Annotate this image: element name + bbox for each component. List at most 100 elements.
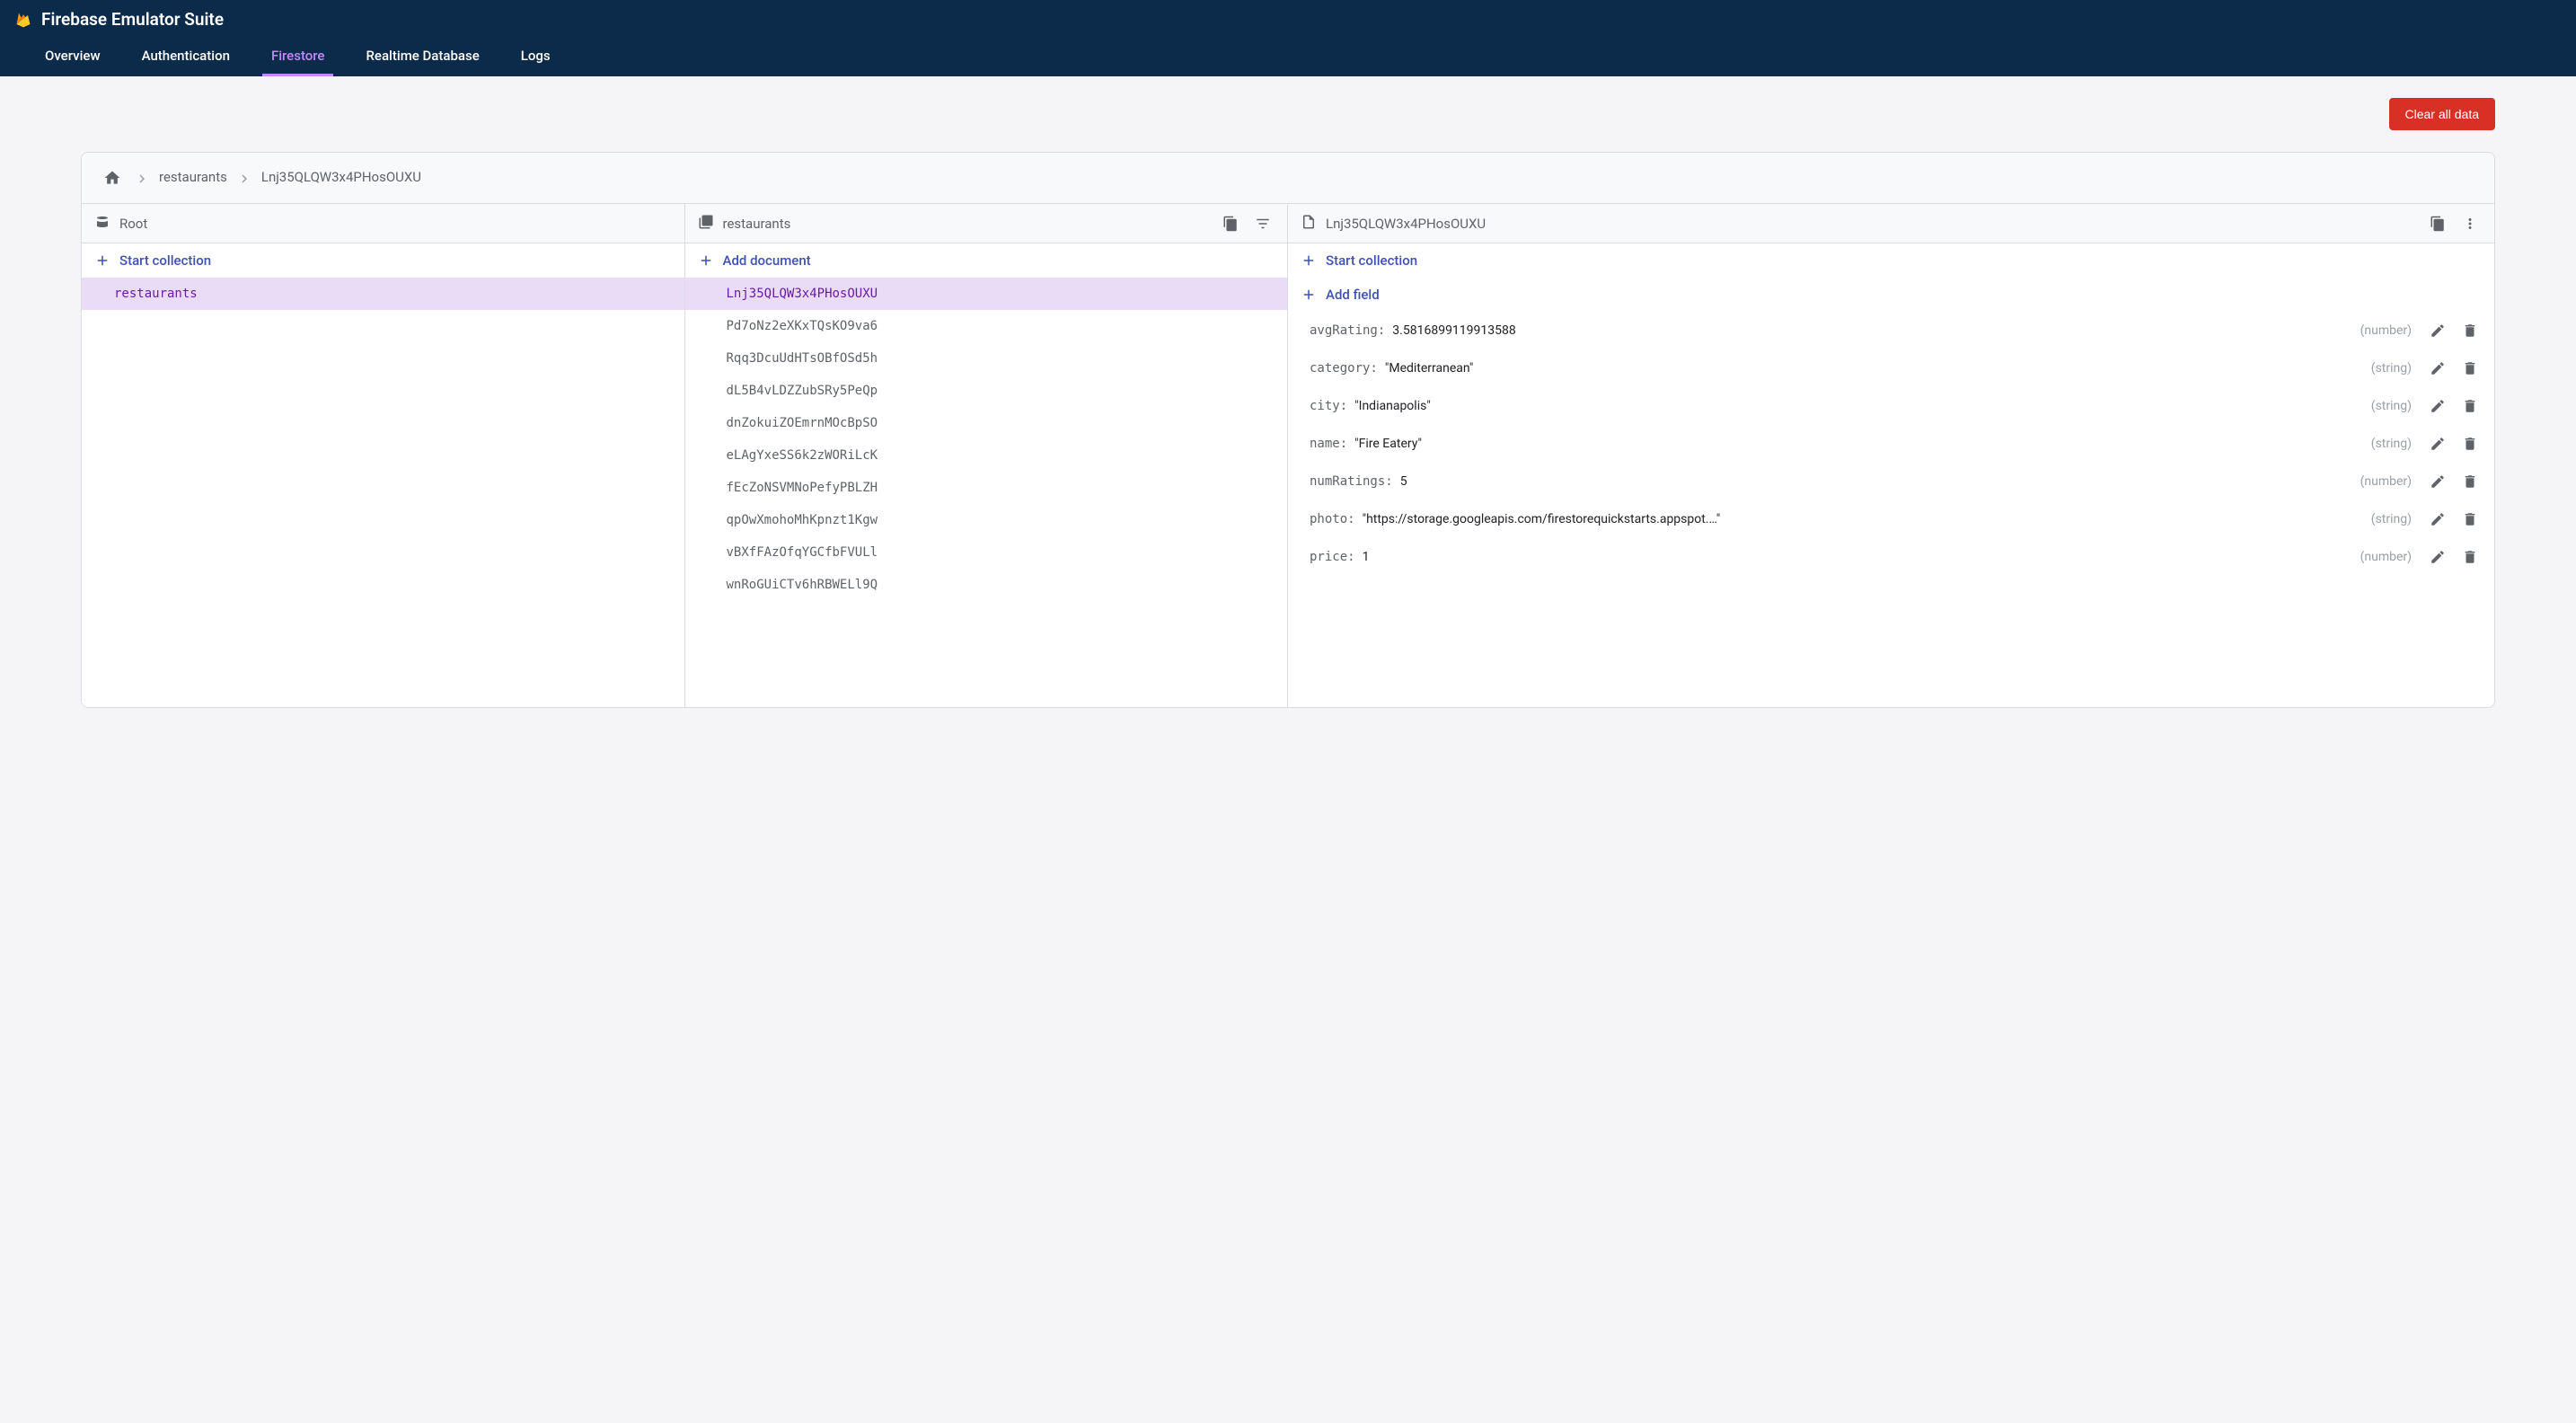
collection-title: restaurants [723, 216, 1211, 232]
breadcrumb-item[interactable]: restaurants [159, 169, 227, 185]
add-document-button[interactable]: Add document [685, 243, 1288, 278]
field-key: price: [1310, 550, 1355, 564]
field-row: price: 1 (number) [1288, 538, 2494, 576]
collection-item[interactable]: restaurants [82, 278, 684, 310]
field-row: name: "Fire Eatery" (string) [1288, 425, 2494, 463]
document-item[interactable]: wnRoGUiCTv6hRBWELl9Q [685, 569, 1288, 601]
document-item[interactable]: Lnj35QLQW3x4PHosOUXU [685, 278, 1288, 310]
start-collection-root[interactable]: Start collection [82, 243, 684, 278]
document-item[interactable]: dnZokuiZOEmrnMOcBpSO [685, 407, 1288, 439]
chevron-right-icon [134, 169, 150, 185]
tab-realtime-database[interactable]: Realtime Database [357, 33, 488, 76]
plus-icon [1301, 252, 1317, 269]
field-row: city: "Indianapolis" (string) [1288, 387, 2494, 425]
columns: Root Start collection restaurants restau… [82, 204, 2494, 707]
tab-overview[interactable]: Overview [36, 33, 110, 76]
collection-icon [698, 214, 714, 234]
field-type: (number) [2360, 550, 2412, 564]
header-top: Firebase Emulator Suite [0, 0, 2576, 33]
app-header: Firebase Emulator Suite Overview Authenti… [0, 0, 2576, 76]
field-type: (string) [2371, 361, 2412, 376]
filter-icon[interactable] [1251, 212, 1275, 235]
documents-column: restaurants Add document Lnj35QLQW3x4PHo… [685, 204, 1289, 707]
field-type: (number) [2360, 474, 2412, 489]
plus-icon [698, 252, 714, 269]
field-type: (number) [2360, 323, 2412, 338]
chevron-right-icon [236, 169, 252, 185]
edit-icon[interactable] [2426, 508, 2449, 531]
field-value: 1 [1363, 550, 2355, 564]
field-value: 3.5816899119913588 [1392, 323, 2354, 338]
copy-icon[interactable] [1219, 212, 1242, 235]
field-row: category: "Mediterranean" (string) [1288, 349, 2494, 387]
root-column-header: Root [82, 204, 684, 243]
documents-column-header: restaurants [685, 204, 1288, 243]
plus-icon [94, 252, 110, 269]
delete-icon[interactable] [2458, 470, 2482, 493]
copy-icon[interactable] [2426, 212, 2449, 235]
edit-icon[interactable] [2426, 432, 2449, 455]
tab-firestore[interactable]: Firestore [262, 33, 334, 76]
root-label: Root [119, 216, 672, 232]
document-item[interactable]: fEcZoNSVMNoPefyPBLZH [685, 472, 1288, 504]
field-key: photo: [1310, 512, 1355, 526]
fields-column-header: Lnj35QLQW3x4PHosOUXU [1288, 204, 2494, 243]
more-icon[interactable] [2458, 212, 2482, 235]
edit-icon[interactable] [2426, 545, 2449, 569]
field-value: "Fire Eatery" [1354, 437, 2366, 451]
field-row: photo: "https://storage.googleapis.com/fi… [1288, 500, 2494, 538]
firebase-logo [14, 11, 32, 29]
delete-icon[interactable] [2458, 319, 2482, 342]
field-key: numRatings: [1310, 474, 1393, 489]
field-type: (string) [2371, 512, 2412, 526]
field-key: avgRating: [1310, 323, 1385, 338]
breadcrumb: restaurants Lnj35QLQW3x4PHosOUXU [82, 153, 2494, 204]
database-icon [94, 214, 110, 234]
delete-icon[interactable] [2458, 545, 2482, 569]
field-type: (string) [2371, 399, 2412, 413]
home-icon[interactable] [100, 165, 125, 190]
delete-icon[interactable] [2458, 394, 2482, 418]
breadcrumb-item[interactable]: Lnj35QLQW3x4PHosOUXU [261, 169, 421, 185]
fields-column: Lnj35QLQW3x4PHosOUXU Start collection Ad [1288, 204, 2494, 707]
field-row: numRatings: 5 (number) [1288, 463, 2494, 500]
field-value: "Mediterranean" [1385, 361, 2366, 376]
root-column: Root Start collection restaurants [82, 204, 685, 707]
field-value: "Indianapolis" [1354, 399, 2366, 413]
delete-icon[interactable] [2458, 357, 2482, 380]
add-document-label: Add document [723, 252, 811, 269]
document-item[interactable]: vBXfFAzOfqYGCfbFVULl [685, 536, 1288, 569]
main-tabs: Overview Authentication Firestore Realtime … [0, 33, 2576, 76]
app-title: Firebase Emulator Suite [41, 9, 224, 30]
field-key: city: [1310, 399, 1347, 413]
field-value: 5 [1400, 474, 2355, 489]
document-item[interactable]: Rqq3DcuUdHTsOBfOSd5h [685, 342, 1288, 375]
add-field-button[interactable]: Add field [1288, 278, 2494, 312]
delete-icon[interactable] [2458, 508, 2482, 531]
field-type: (string) [2371, 437, 2412, 451]
document-item[interactable]: qpOwXmohoMhKpnzt1Kgw [685, 504, 1288, 536]
delete-icon[interactable] [2458, 432, 2482, 455]
field-key: name: [1310, 437, 1347, 451]
toolbar: Clear all data [0, 76, 2576, 134]
start-collection-label: Start collection [119, 252, 211, 269]
edit-icon[interactable] [2426, 319, 2449, 342]
edit-icon[interactable] [2426, 357, 2449, 380]
edit-icon[interactable] [2426, 394, 2449, 418]
firestore-panel: restaurantsLnj35QLQW3x4PHosOUXU Root Sta… [81, 152, 2495, 708]
start-collection-label: Start collection [1326, 252, 1417, 269]
tab-logs[interactable]: Logs [512, 33, 560, 76]
field-row: avgRating: 3.5816899119913588 (number) [1288, 312, 2494, 349]
document-item[interactable]: dL5B4vLDZZubSRy5PeQp [685, 375, 1288, 407]
tab-authentication[interactable]: Authentication [133, 33, 239, 76]
clear-all-data-button[interactable]: Clear all data [2389, 98, 2496, 130]
document-item[interactable]: Pd7oNz2eXKxTQsKO9va6 [685, 310, 1288, 342]
document-icon [1301, 214, 1317, 234]
start-collection-doc[interactable]: Start collection [1288, 243, 2494, 278]
document-title: Lnj35QLQW3x4PHosOUXU [1326, 216, 2417, 232]
field-key: category: [1310, 361, 1378, 376]
edit-icon[interactable] [2426, 470, 2449, 493]
add-field-label: Add field [1326, 287, 1380, 303]
document-item[interactable]: eLAgYxeSS6k2zWORiLcK [685, 439, 1288, 472]
field-value: "https://storage.googleapis.com/firestor… [1363, 512, 2366, 526]
